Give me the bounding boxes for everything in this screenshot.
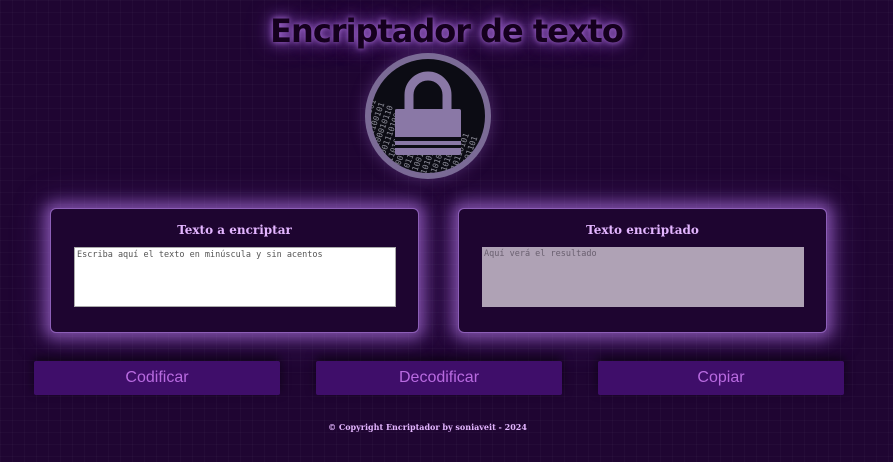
binary-background: 0100110101001 1001011100101 011010001011…: [371, 59, 485, 173]
input-textarea[interactable]: [74, 247, 396, 307]
lock-icon: [395, 71, 461, 155]
footer-copyright: © Copyright Encriptador by soniaveit - 2…: [328, 422, 527, 432]
input-card-label: Texto a encriptar: [177, 223, 292, 237]
lock-emblem: 0100110101001 1001011100101 011010001011…: [365, 53, 491, 179]
input-card: Texto a encriptar: [50, 208, 419, 333]
page-title: Encriptador de texto: [270, 12, 624, 50]
copy-button[interactable]: Copiar: [598, 361, 844, 395]
decode-button[interactable]: Decodificar: [316, 361, 562, 395]
output-card: Texto encriptado: [458, 208, 827, 333]
encode-button[interactable]: Codificar: [34, 361, 280, 395]
output-textarea[interactable]: [482, 247, 804, 307]
output-card-label: Texto encriptado: [586, 223, 699, 237]
